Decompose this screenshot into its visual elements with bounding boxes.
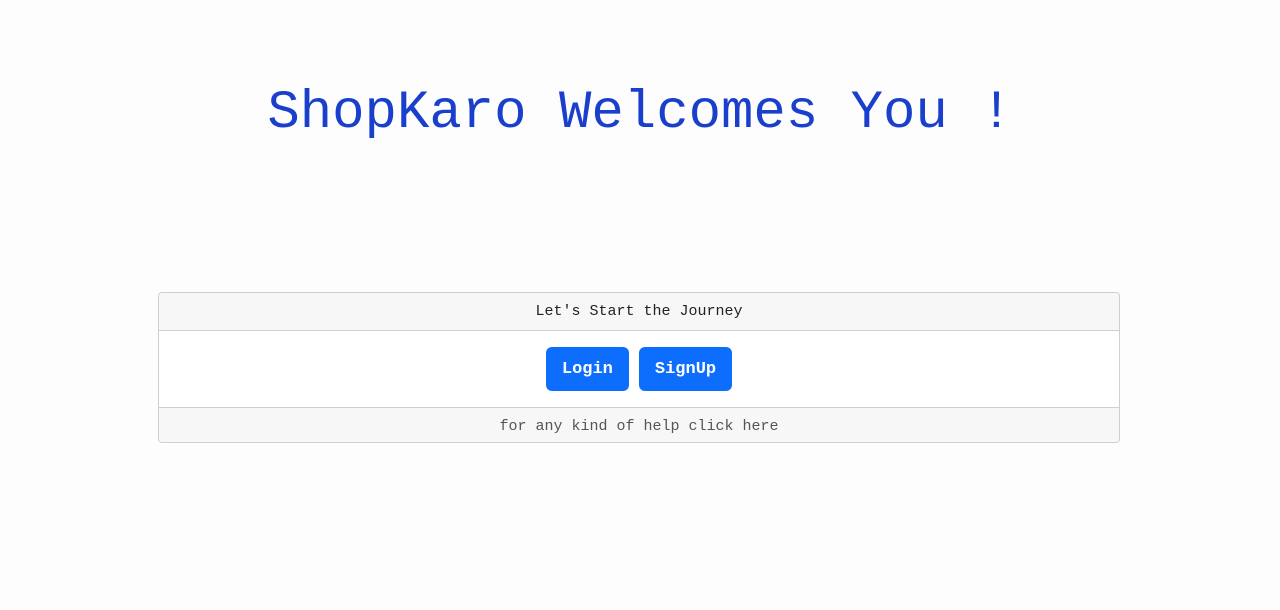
page-title: ShopKaro Welcomes You ! — [267, 83, 1013, 144]
signup-button[interactable]: SignUp — [638, 347, 733, 391]
card-footer: for any kind of help click here — [159, 407, 1119, 442]
welcome-page: ShopKaro Welcomes You ! Let's Start the … — [0, 0, 1280, 610]
help-link[interactable]: for any kind of help click here — [499, 418, 778, 435]
journey-card: Let's Start the Journey Login SignUp for… — [158, 292, 1120, 443]
card-header: Let's Start the Journey — [159, 293, 1119, 331]
card-body: Login SignUp — [159, 331, 1119, 407]
login-button[interactable]: Login — [545, 347, 629, 391]
